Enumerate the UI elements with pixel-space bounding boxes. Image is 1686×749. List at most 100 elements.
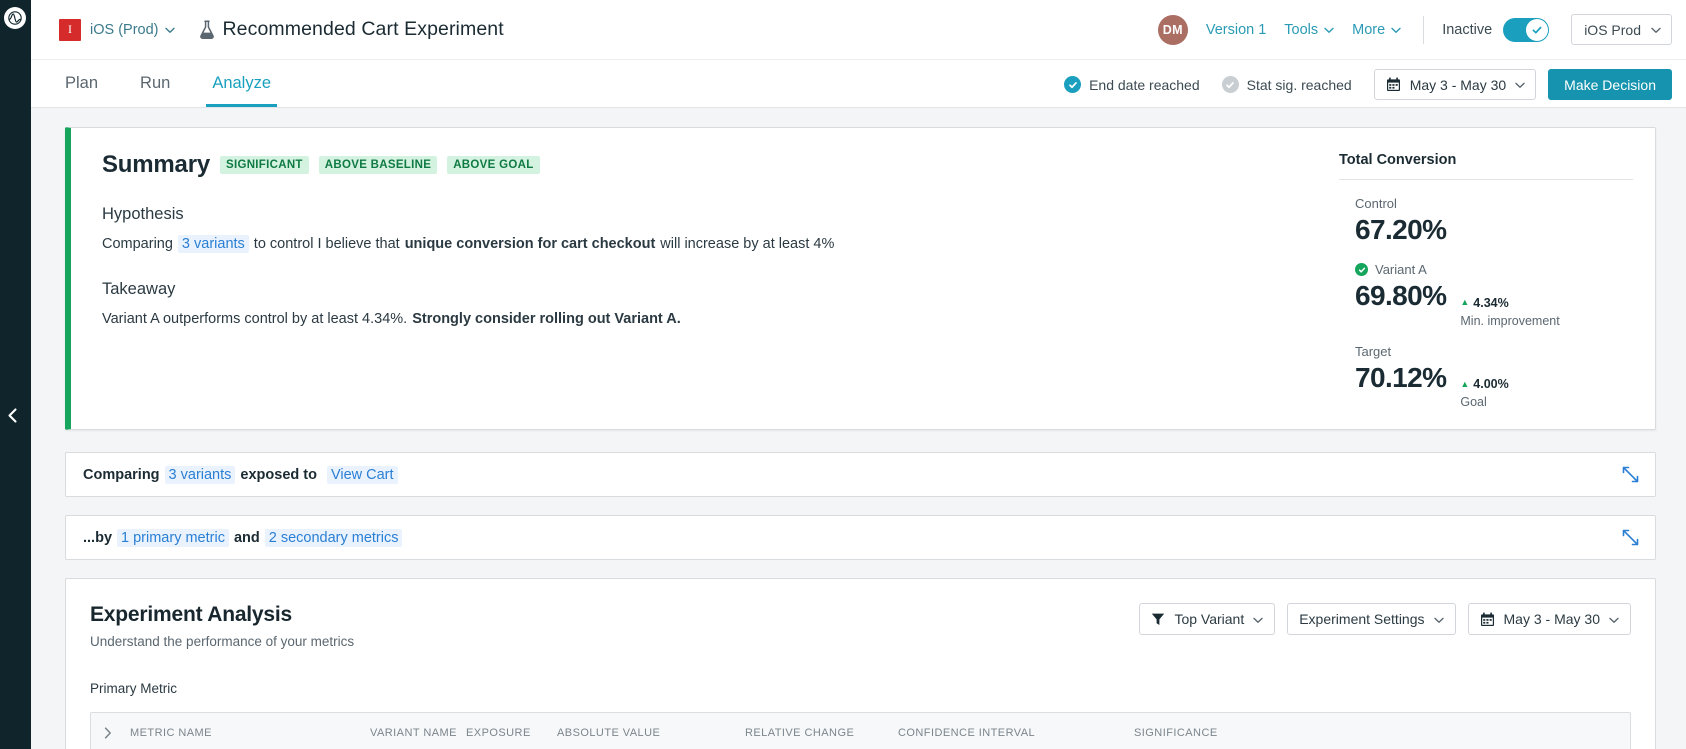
hypothesis-post: will increase by at least 4%: [660, 236, 834, 252]
metric-variant-a-delta-top: ▲ 4.34%: [1460, 296, 1559, 310]
chevron-down-icon: [1324, 27, 1334, 34]
metric-target-label-text: Target: [1355, 344, 1391, 359]
hypothesis-text: Comparing3 variantsto control I believe …: [102, 234, 1325, 254]
experiment-settings-select[interactable]: Experiment Settings: [1287, 603, 1455, 635]
column-metric-name: METRIC NAME: [130, 727, 370, 739]
top-variant-label: Top Variant: [1174, 611, 1244, 627]
analysis-header: Experiment Analysis Understand the perfo…: [90, 603, 1631, 649]
metric-variant-a-label-text: Variant A: [1375, 262, 1427, 277]
chevron-down-icon: [165, 27, 175, 34]
metric-target-delta-value: 4.00%: [1473, 377, 1508, 391]
analysis-date-range-value: May 3 - May 30: [1504, 611, 1600, 627]
summary-title: Summary: [102, 151, 210, 179]
chevron-left-icon[interactable]: [7, 408, 24, 425]
amplitude-logo-icon[interactable]: [4, 7, 26, 29]
analysis-title: Experiment Analysis: [90, 603, 354, 627]
version-link[interactable]: Version 1: [1206, 22, 1266, 38]
top-variant-filter[interactable]: Top Variant: [1139, 603, 1275, 635]
chevron-down-icon: [1253, 617, 1263, 624]
secondary-metrics-link[interactable]: 2 secondary metrics: [265, 529, 403, 547]
environment-select[interactable]: iOS Prod: [1571, 14, 1672, 45]
primary-metric-link[interactable]: 1 primary metric: [117, 529, 229, 547]
calendar-icon: [1480, 612, 1495, 627]
main-region: I iOS (Prod) Recommended Cart Experiment…: [31, 0, 1686, 749]
metric-control-row: 67.20%: [1355, 211, 1633, 246]
filter-funnel-icon: [1151, 612, 1165, 626]
header-date-range-value: May 3 - May 30: [1410, 77, 1506, 93]
page-title: Recommended Cart Experiment: [223, 18, 504, 41]
metric-target-label: Target: [1355, 344, 1633, 359]
total-conversion-panel: Total Conversion Control 67.20%: [1325, 128, 1655, 429]
takeaway-text: Variant A outperforms control by at leas…: [102, 309, 1325, 329]
comparing-variants-link[interactable]: 3 variants: [165, 466, 236, 484]
metric-variant-a-delta-sub: Min. improvement: [1460, 314, 1559, 328]
hypothesis-mid: to control I believe that: [254, 236, 400, 252]
metric-variant-a-label: Variant A: [1355, 262, 1633, 277]
metric-variant-a: Variant A 69.80% ▲ 4.34% Min. improvemen…: [1339, 262, 1633, 328]
hypothesis-variants-link[interactable]: 3 variants: [178, 235, 249, 253]
triangle-up-icon: ▲: [1460, 380, 1469, 389]
column-relative-change: RELATIVE CHANGE: [745, 727, 898, 739]
analysis-controls: Top Variant Experiment Settings: [1139, 603, 1631, 635]
chevron-down-icon: [1515, 82, 1525, 89]
metric-control-value: 67.20%: [1355, 214, 1446, 246]
header-divider: [1423, 16, 1424, 44]
metric-variant-a-value: 69.80%: [1355, 280, 1446, 312]
status-stat-sig-reached: Stat sig. reached: [1222, 76, 1352, 93]
tabs: Plan Run Analyze: [59, 60, 307, 107]
metric-variant-a-row: 69.80% ▲ 4.34% Min. improvement: [1355, 277, 1633, 328]
metric-target-delta-sub: Goal: [1460, 395, 1508, 409]
expand-diagonal-icon[interactable]: [1622, 466, 1639, 483]
header-date-range-select[interactable]: May 3 - May 30: [1374, 69, 1536, 100]
hypothesis-heading: Hypothesis: [102, 205, 1325, 224]
status-end-date-reached: End date reached: [1064, 76, 1200, 93]
metrics-prefix: ...by: [83, 530, 112, 546]
metric-control: Control 67.20%: [1339, 196, 1633, 246]
takeaway-normal: Variant A outperforms control by at leas…: [102, 311, 407, 327]
tab-bar: Plan Run Analyze End date reached Stat s…: [31, 60, 1686, 108]
status-stat-sig-label: Stat sig. reached: [1247, 77, 1352, 93]
experiment-active-toggle[interactable]: [1503, 18, 1549, 42]
primary-metric-section-label: Primary Metric: [90, 681, 1631, 696]
status-badge-above-baseline: ABOVE BASELINE: [319, 156, 437, 174]
status-badge-above-goal: ABOVE GOAL: [447, 156, 539, 174]
metric-variant-a-delta-value: 4.34%: [1473, 296, 1508, 310]
project-selector[interactable]: iOS (Prod): [90, 22, 175, 38]
avatar[interactable]: DM: [1158, 15, 1188, 45]
summary-left: Summary SIGNIFICANT ABOVE BASELINE ABOVE…: [71, 128, 1325, 429]
tools-menu[interactable]: Tools: [1284, 22, 1334, 38]
metric-target-row: 70.12% ▲ 4.00% Goal: [1355, 359, 1633, 410]
metric-target-delta: ▲ 4.00% Goal: [1460, 377, 1508, 409]
comparing-mid: exposed to: [240, 467, 317, 483]
column-exposure: EXPOSURE: [466, 727, 557, 739]
analysis-title-group: Experiment Analysis Understand the perfo…: [90, 603, 354, 649]
comparing-target-link[interactable]: View Cart: [327, 466, 398, 484]
tab-plan[interactable]: Plan: [59, 74, 104, 107]
chevron-right-icon[interactable]: [104, 727, 130, 739]
experiment-state-label: Inactive: [1442, 22, 1492, 38]
status-end-date-label: End date reached: [1089, 77, 1200, 93]
check-circle-icon: [1355, 263, 1368, 276]
check-circle-icon: [1222, 76, 1239, 93]
comparing-prefix: Comparing: [83, 467, 160, 483]
experiment-analysis-card: Experiment Analysis Understand the perfo…: [65, 578, 1656, 749]
metric-variant-a-delta: ▲ 4.34% Min. improvement: [1460, 296, 1559, 328]
project-badge: I: [59, 19, 81, 41]
make-decision-button[interactable]: Make Decision: [1548, 69, 1672, 100]
metric-target-delta-top: ▲ 4.00%: [1460, 377, 1508, 391]
analysis-date-range-select[interactable]: May 3 - May 30: [1468, 603, 1631, 635]
expand-diagonal-icon[interactable]: [1622, 529, 1639, 546]
tab-analyze[interactable]: Analyze: [206, 74, 277, 107]
more-menu[interactable]: More: [1352, 22, 1401, 38]
chevron-down-icon: [1391, 27, 1401, 34]
app-root: I iOS (Prod) Recommended Cart Experiment…: [0, 0, 1686, 749]
table-header-row: METRIC NAME VARIANT NAME EXPOSURE ABSOLU…: [91, 713, 1630, 749]
check-circle-icon: [1064, 76, 1081, 93]
column-confidence-interval: CONFIDENCE INTERVAL: [898, 727, 1134, 739]
content-area: Summary SIGNIFICANT ABOVE BASELINE ABOVE…: [31, 108, 1686, 749]
tab-run[interactable]: Run: [134, 74, 176, 107]
environment-select-value: iOS Prod: [1584, 22, 1641, 38]
column-significance: SIGNIFICANCE: [1134, 727, 1218, 739]
status-badge-significant: SIGNIFICANT: [220, 156, 309, 174]
column-variant-name: VARIANT NAME: [370, 727, 466, 739]
